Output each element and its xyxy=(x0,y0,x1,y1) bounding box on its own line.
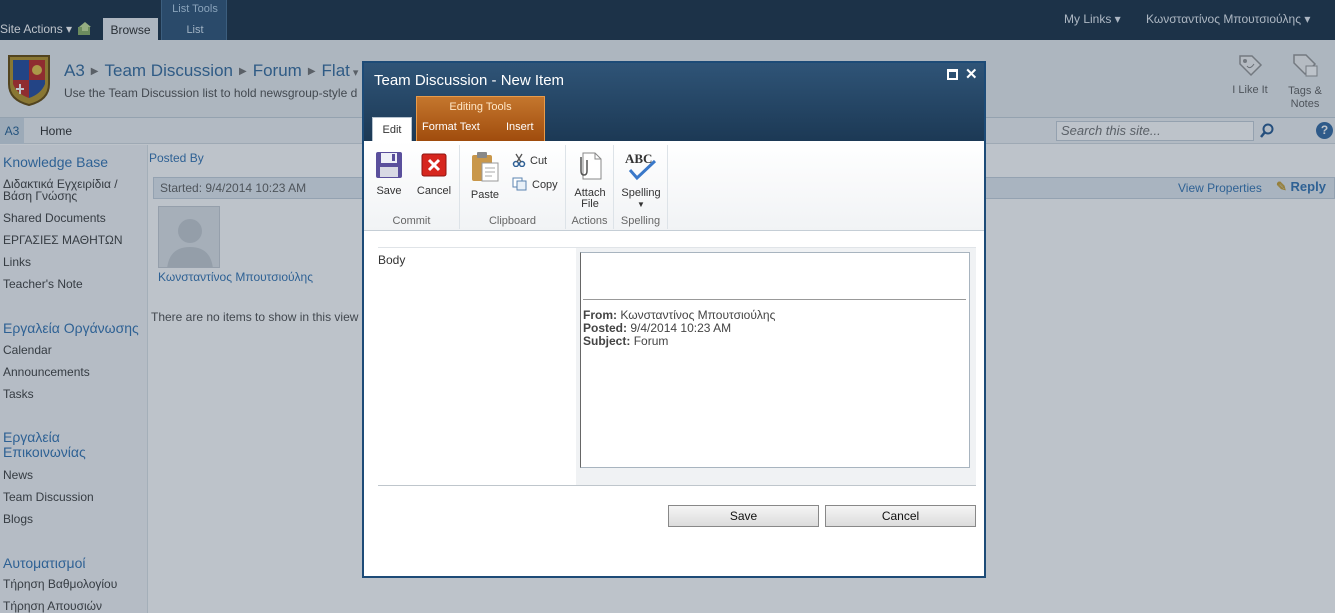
spelling-icon: ABC xyxy=(620,151,662,184)
quote-posted: 9/4/2014 10:23 AM xyxy=(630,321,732,335)
tab-insert[interactable]: Insert xyxy=(506,121,534,133)
ribbon-attach-file-button[interactable]: Attach File xyxy=(572,151,608,210)
cancel-button[interactable]: Cancel xyxy=(825,505,976,527)
ribbon-group-commit: Save Cancel Commit xyxy=(364,145,460,229)
tab-edit[interactable]: Edit xyxy=(372,117,412,141)
paste-icon xyxy=(468,151,502,186)
quote-subject: Forum xyxy=(633,334,669,348)
dialog-header: Team Discussion - New Item ✕ Editing Too… xyxy=(364,63,984,141)
dialog-title: Team Discussion - New Item xyxy=(374,72,565,89)
new-item-dialog: Team Discussion - New Item ✕ Editing Too… xyxy=(362,61,986,578)
ribbon-group-clipboard: Paste Cut Copy Clipboard xyxy=(460,145,566,229)
form-divider xyxy=(378,485,976,486)
ribbon-group-actions: Attach File Actions xyxy=(566,145,614,229)
body-field-cell: From: Κωνσταντίνος Μπουτσιούλης Posted: … xyxy=(576,248,976,485)
ribbon-cut-button[interactable]: Cut xyxy=(512,153,547,170)
copy-icon xyxy=(512,177,528,194)
tab-format-text[interactable]: Format Text xyxy=(422,121,480,133)
ribbon-group-label-commit: Commit xyxy=(392,215,431,227)
ribbon-paste-button[interactable]: Paste xyxy=(468,151,502,201)
ribbon-group-label-actions: Actions xyxy=(571,215,608,227)
ribbon-group-label-spelling: Spelling xyxy=(620,215,661,227)
attach-file-icon xyxy=(572,151,608,184)
ribbon-spelling-button[interactable]: ABC Spelling ▼ xyxy=(620,151,662,210)
save-icon xyxy=(372,151,406,182)
save-button[interactable]: Save xyxy=(668,505,819,527)
svg-text:ABC: ABC xyxy=(625,151,652,166)
body-rich-text-editor[interactable]: From: Κωνσταντίνος Μπουτσιούλης Posted: … xyxy=(580,252,970,468)
body-label: Body xyxy=(378,253,406,267)
ribbon-cancel-button[interactable]: Cancel xyxy=(414,151,454,197)
quote-from: Κωνσταντίνος Μπουτσιούλης xyxy=(620,308,776,322)
ribbon-copy-button[interactable]: Copy xyxy=(512,177,558,194)
ribbon-save-button[interactable]: Save xyxy=(372,151,406,197)
ribbon-group-label-clipboard: Clipboard xyxy=(488,215,537,227)
quote-divider xyxy=(583,299,966,300)
cut-icon xyxy=(512,153,526,170)
cancel-icon xyxy=(414,151,454,182)
ribbon-group-spelling: ABC Spelling ▼ Spelling xyxy=(614,145,668,229)
ribbon: Save Cancel Commit Paste Cut Copy Clipbo… xyxy=(364,141,984,231)
editing-tools-group: Editing Tools xyxy=(416,96,545,141)
quoted-message: From: Κωνσταντίνος Μπουτσιούλης Posted: … xyxy=(583,308,776,348)
body-field-row: Body From: Κωνσταντίνος Μπουτσιούλης Pos… xyxy=(378,247,976,485)
editing-tools-title: Editing Tools xyxy=(449,101,512,113)
maximize-icon[interactable] xyxy=(947,69,958,80)
close-icon[interactable]: ✕ xyxy=(965,65,978,83)
